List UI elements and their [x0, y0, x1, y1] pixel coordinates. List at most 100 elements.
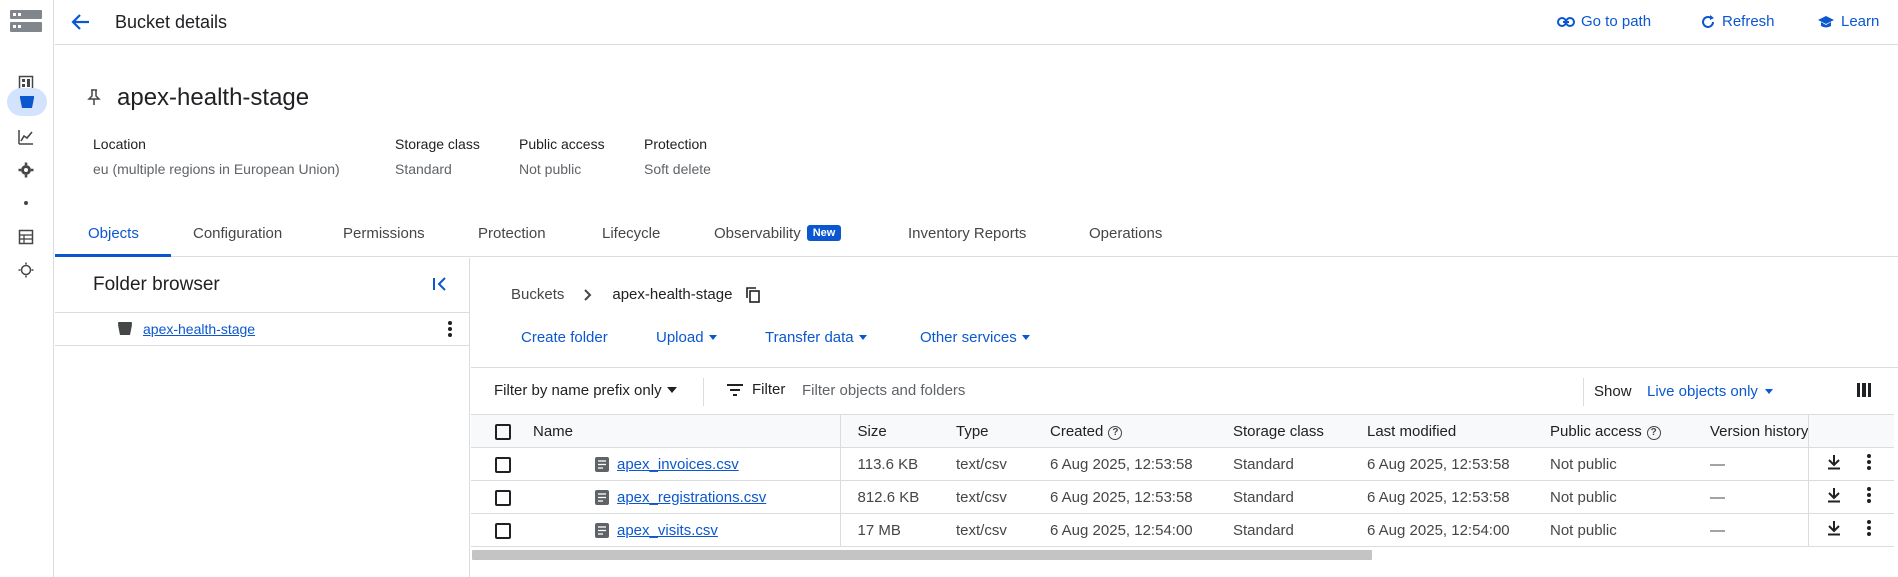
show-select[interactable]: Live objects only [1647, 383, 1774, 400]
school-icon [1818, 15, 1834, 27]
settings-gear-icon[interactable] [16, 160, 36, 180]
table-grid-icon[interactable] [16, 227, 36, 247]
transfer-data-button[interactable]: Transfer data [765, 329, 868, 346]
top-bar: Bucket details Go to path Refresh Learn [55, 0, 1898, 45]
col-header-size[interactable]: Size [840, 414, 939, 448]
pin-icon[interactable] [86, 88, 102, 106]
caret-down-icon [1021, 334, 1030, 340]
filter-input[interactable]: Filter objects and folders [802, 382, 965, 399]
bucket-icon [118, 322, 132, 335]
cell-size: 812.6 KB [840, 480, 939, 514]
tab-inventory-reports[interactable]: Inventory Reports [908, 225, 1026, 242]
tab-permissions[interactable]: Permissions [343, 225, 425, 242]
folder-tree-item[interactable]: apex-health-stage [55, 312, 469, 346]
more-vert-icon[interactable] [1866, 454, 1871, 470]
upload-button[interactable]: Upload [656, 329, 718, 346]
help-icon[interactable]: ? [1108, 425, 1123, 440]
dot-icon [16, 193, 36, 213]
select-all-checkbox[interactable] [495, 423, 511, 440]
filter-mode-select[interactable]: Filter by name prefix only [494, 382, 678, 399]
col-header-version-history[interactable]: Version history [1693, 414, 1810, 448]
divider [703, 378, 704, 406]
create-folder-button[interactable]: Create folder [521, 329, 608, 346]
cell-size: 113.6 KB [840, 447, 939, 481]
objects-table: Name Size Type Created? Storage class La… [471, 414, 1894, 547]
cell-public-access: Not public [1533, 480, 1693, 514]
file-icon [595, 457, 609, 472]
table-row[interactable]: apex_visits.csv 17 MB text/csv 6 Aug 202… [471, 513, 1894, 547]
folder-browser-title: Folder browser [93, 274, 220, 295]
page-title: Bucket details [115, 12, 228, 32]
table-row[interactable]: apex_invoices.csv 113.6 KB text/csv 6 Au… [471, 447, 1894, 481]
file-icon [595, 523, 609, 538]
breadcrumb-current: apex-health-stage [612, 286, 733, 303]
folder-tree-link[interactable]: apex-health-stage [143, 321, 255, 337]
refresh-icon [1702, 14, 1714, 28]
column-display-icon[interactable] [1857, 382, 1871, 398]
storage-logo-icon[interactable] [10, 10, 42, 32]
bucket-header: apex-health-stage [87, 84, 309, 112]
tab-bar: Objects Configuration Permissions Protec… [55, 222, 1898, 257]
tab-protection[interactable]: Protection [478, 225, 546, 242]
tab-observability[interactable]: Observability New [714, 225, 842, 242]
cell-storage-class: Standard [1216, 447, 1350, 481]
collapse-panel-icon[interactable] [430, 274, 450, 294]
back-arrow-icon[interactable] [70, 11, 92, 33]
col-header-public-access[interactable]: Public access? [1533, 414, 1693, 448]
table-row[interactable]: apex_registrations.csv 812.6 KB text/csv… [471, 480, 1894, 514]
filter-list-icon [727, 383, 743, 396]
row-checkbox[interactable] [495, 522, 511, 539]
tab-lifecycle[interactable]: Lifecycle [602, 225, 660, 242]
cell-public-access: Not public [1533, 447, 1693, 481]
cell-created: 6 Aug 2025, 12:53:58 [1033, 480, 1216, 514]
caret-down-icon [708, 334, 717, 340]
col-header-last-modified[interactable]: Last modified [1350, 414, 1533, 448]
download-icon[interactable] [1827, 487, 1841, 503]
cell-type: text/csv [939, 513, 1033, 547]
more-vert-icon[interactable] [1866, 520, 1871, 536]
monitoring-chart-icon[interactable] [16, 127, 36, 147]
cell-last-modified: 6 Aug 2025, 12:53:58 [1350, 480, 1533, 514]
copy-icon[interactable] [746, 286, 761, 303]
refresh-button[interactable]: Refresh [1700, 13, 1775, 30]
learn-button[interactable]: Learn [1817, 13, 1879, 30]
help-icon[interactable]: ? [1646, 425, 1661, 440]
row-checkbox[interactable] [495, 456, 511, 473]
col-header-name[interactable]: Name [523, 414, 841, 448]
other-services-button[interactable]: Other services [920, 329, 1031, 346]
caret-down-icon [666, 387, 677, 393]
sun-settings-icon[interactable] [16, 260, 36, 280]
object-name-link[interactable]: apex_visits.csv [617, 522, 718, 539]
object-name-link[interactable]: apex_registrations.csv [617, 489, 766, 506]
tab-operations[interactable]: Operations [1089, 225, 1162, 242]
cell-version-history: — [1693, 480, 1810, 514]
col-header-storage-class[interactable]: Storage class [1216, 414, 1350, 448]
tab-objects[interactable]: Objects [88, 225, 139, 242]
folder-browser-panel: Folder browser apex-health-stage [55, 258, 470, 577]
show-label: Show [1594, 383, 1632, 400]
cell-storage-class: Standard [1216, 480, 1350, 514]
cell-last-modified: 6 Aug 2025, 12:53:58 [1350, 447, 1533, 481]
filter-label[interactable]: Filter [726, 381, 785, 398]
download-icon[interactable] [1827, 520, 1841, 536]
cell-storage-class: Standard [1216, 513, 1350, 547]
tab-configuration[interactable]: Configuration [193, 225, 282, 242]
horizontal-scrollbar[interactable] [472, 550, 1372, 560]
cell-type: text/csv [939, 480, 1033, 514]
caret-down-icon [1764, 388, 1773, 394]
go-to-path-button[interactable]: Go to path [1557, 13, 1651, 30]
meta-public-access: Public access Not public [519, 136, 605, 177]
meta-storage-class: Storage class Standard [395, 136, 480, 177]
download-icon[interactable] [1827, 454, 1841, 470]
row-checkbox[interactable] [495, 489, 511, 506]
buckets-icon[interactable] [7, 88, 47, 116]
more-vert-icon[interactable] [448, 321, 452, 337]
more-vert-icon[interactable] [1866, 487, 1871, 503]
col-header-created[interactable]: Created? [1033, 414, 1216, 448]
filter-bar: Filter by name prefix only Filter Filter… [471, 367, 1898, 414]
cell-public-access: Not public [1533, 513, 1693, 547]
col-header-type[interactable]: Type [939, 414, 1033, 448]
object-name-link[interactable]: apex_invoices.csv [617, 456, 739, 473]
breadcrumb-root[interactable]: Buckets [511, 286, 564, 303]
meta-protection: Protection Soft delete [644, 136, 711, 177]
